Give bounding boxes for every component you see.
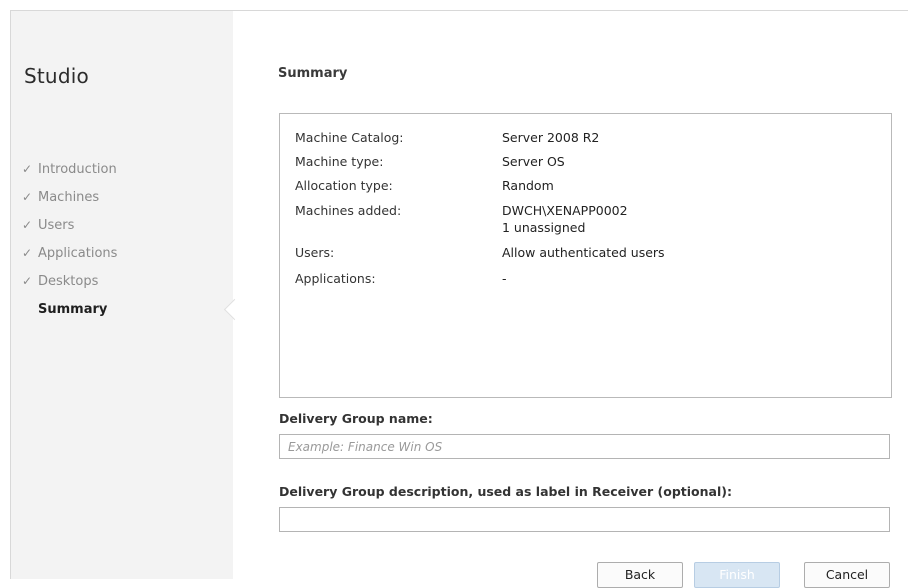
delivery-group-name-input[interactable] [279,434,890,459]
checkmark-icon: ✓ [22,190,33,204]
page-title: Summary [278,66,348,81]
delivery-group-name-label: Delivery Group name: [279,411,433,426]
step-label: Machines [38,189,100,205]
summary-value: Server 2008 R2 [502,130,600,145]
step-desktops[interactable]: ✓ Desktops [22,267,117,295]
cancel-button[interactable]: Cancel [804,562,890,588]
summary-key: Machines added: [295,203,402,218]
checkmark-icon: ✓ [22,218,33,232]
step-label: Summary [38,301,108,317]
summary-value: Random [502,178,554,193]
checkmark-icon: ✓ [22,162,33,176]
checkmark-icon: ✓ [22,246,33,260]
summary-key: Machine Catalog: [295,130,404,145]
step-applications[interactable]: ✓ Applications [22,239,117,267]
summary-panel: Machine Catalog: Server 2008 R2 Machine … [279,113,892,398]
summary-key: Allocation type: [295,178,393,193]
summary-value: - [502,271,507,286]
back-button[interactable]: Back [597,562,683,588]
step-introduction[interactable]: ✓ Introduction [22,155,117,183]
step-machines[interactable]: ✓ Machines [22,183,117,211]
summary-value: DWCH\XENAPP0002 [502,203,628,218]
step-summary[interactable]: Summary [22,295,117,323]
delivery-group-description-label: Delivery Group description, used as labe… [279,484,732,499]
summary-value: Server OS [502,154,565,169]
step-label: Users [38,217,75,233]
step-label: Introduction [38,161,117,177]
delivery-group-description-input[interactable] [279,507,890,532]
summary-value-secondary: 1 unassigned [502,220,586,235]
step-label: Desktops [38,273,99,289]
wizard-steps: ✓ Introduction ✓ Machines ✓ Users ✓ Appl… [22,155,117,323]
step-users[interactable]: ✓ Users [22,211,117,239]
app-title: Studio [24,64,89,88]
summary-key: Applications: [295,271,376,286]
summary-key: Users: [295,245,335,260]
summary-key: Machine type: [295,154,384,169]
checkmark-icon: ✓ [22,274,33,288]
finish-button[interactable]: Finish [694,562,780,588]
summary-value: Allow authenticated users [502,245,665,260]
step-label: Applications [38,245,118,261]
